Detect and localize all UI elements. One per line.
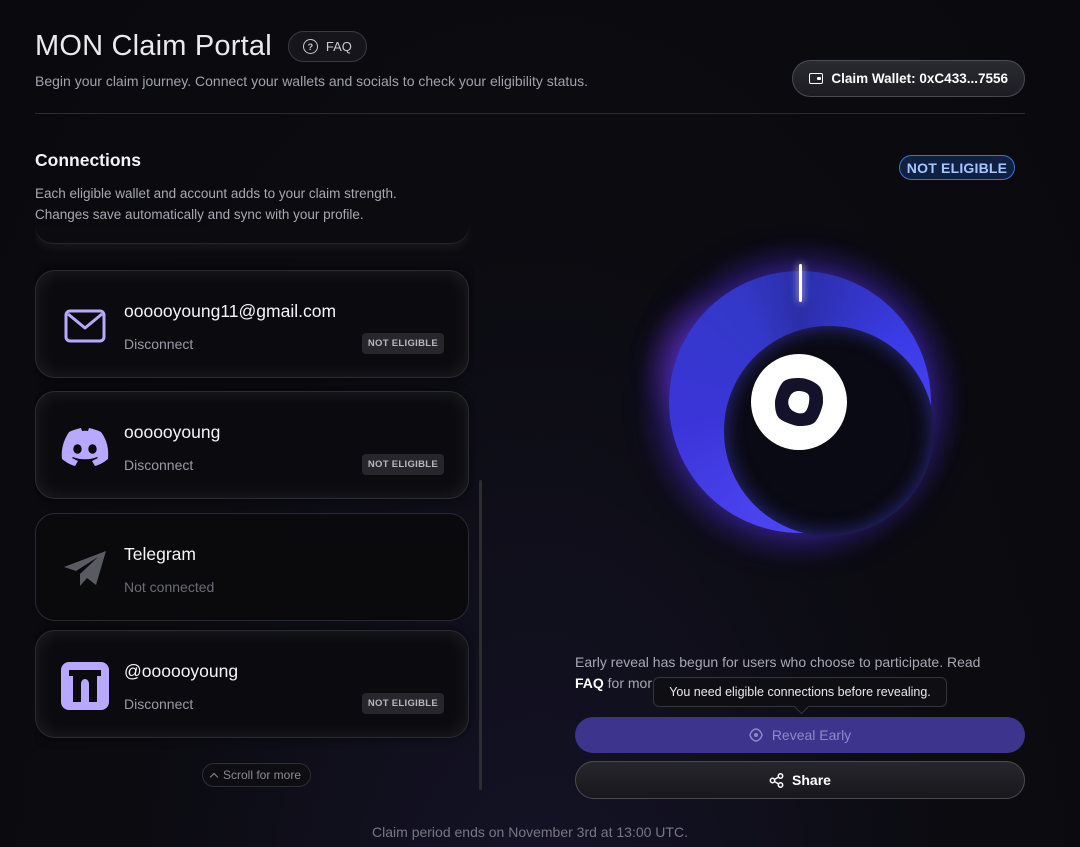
question-icon: ? <box>302 39 318 54</box>
connections-list[interactable]: oooooyoung11@gmail.com Disconnect NOT EL… <box>35 226 475 786</box>
reveal-early-button[interactable]: Reveal Early <box>575 717 1025 753</box>
list-item-partial <box>35 226 469 244</box>
claim-wallet-button[interactable]: Claim Wallet: 0xC433...7556 <box>792 60 1025 97</box>
status-badge: NOT ELIGIBLE <box>361 333 444 354</box>
scroll-for-more-label: Scroll for more <box>223 768 302 782</box>
early-reveal-text-before: Early reveal has begun for users who cho… <box>575 654 981 670</box>
header-divider <box>35 113 1025 114</box>
share-button[interactable]: Share <box>575 761 1025 799</box>
status-badge: NOT ELIGIBLE <box>361 454 444 475</box>
connections-description: Each eligible wallet and account adds to… <box>35 183 475 225</box>
page-title: MON Claim Portal <box>35 30 272 62</box>
mail-icon <box>60 301 110 351</box>
connection-status-text: Not connected <box>124 579 215 595</box>
disconnect-link[interactable]: Disconnect <box>124 696 193 712</box>
title-row: MON Claim Portal ? FAQ <box>35 30 1025 63</box>
reveal-early-label: Reveal Early <box>771 727 852 743</box>
connection-name: oooooyoung <box>124 422 221 442</box>
claim-wallet-label: Claim Wallet: 0xC433...7556 <box>831 71 1008 86</box>
connections-title: Connections <box>35 150 141 170</box>
disconnect-link[interactable]: Disconnect <box>124 457 193 473</box>
connection-name: Telegram <box>124 544 196 564</box>
eligibility-orb <box>640 242 960 562</box>
faq-button[interactable]: ? FAQ <box>287 31 367 62</box>
early-reveal-text-after: for mor <box>607 675 653 691</box>
connection-card-telegram[interactable]: Telegram Not connected <box>35 513 469 621</box>
list-scrollbar[interactable] <box>479 480 482 790</box>
share-icon <box>769 772 784 788</box>
discord-icon <box>60 422 110 472</box>
telegram-icon <box>60 544 110 594</box>
connection-name: oooooyoung11@gmail.com <box>124 301 337 321</box>
reveal-icon <box>749 728 763 742</box>
share-label: Share <box>792 772 831 788</box>
connections-description-line2: Changes save automatically and sync with… <box>35 207 364 222</box>
wallet-icon <box>809 73 824 84</box>
connection-card-discord[interactable]: oooooyoung Disconnect NOT ELIGIBLE <box>35 391 469 499</box>
chevron-up-icon <box>209 772 219 781</box>
status-badge: NOT ELIGIBLE <box>361 693 444 714</box>
header: MON Claim Portal ? FAQ Begin your claim … <box>35 30 1025 97</box>
claim-period-footer: Claim period ends on November 3rd at 13:… <box>372 824 688 840</box>
disconnect-link[interactable]: Disconnect <box>124 336 193 352</box>
x-profile-icon <box>60 661 110 711</box>
progress-ring-indicator <box>799 264 802 302</box>
monad-logo-icon <box>751 354 847 450</box>
connection-card-email[interactable]: oooooyoung11@gmail.com Disconnect NOT EL… <box>35 270 469 378</box>
eligibility-status-badge: NOT ELIGIBLE <box>899 155 1015 180</box>
faq-link[interactable]: FAQ <box>575 675 604 691</box>
connections-description-line1: Each eligible wallet and account adds to… <box>35 186 397 201</box>
connection-name: @oooooyoung <box>124 661 239 681</box>
connection-card-profile[interactable]: @oooooyoung Disconnect NOT ELIGIBLE <box>35 630 469 738</box>
scroll-for-more-button[interactable]: Scroll for more <box>202 763 312 787</box>
reveal-tooltip: You need eligible connections before rev… <box>653 677 947 707</box>
faq-label: FAQ <box>325 39 352 54</box>
